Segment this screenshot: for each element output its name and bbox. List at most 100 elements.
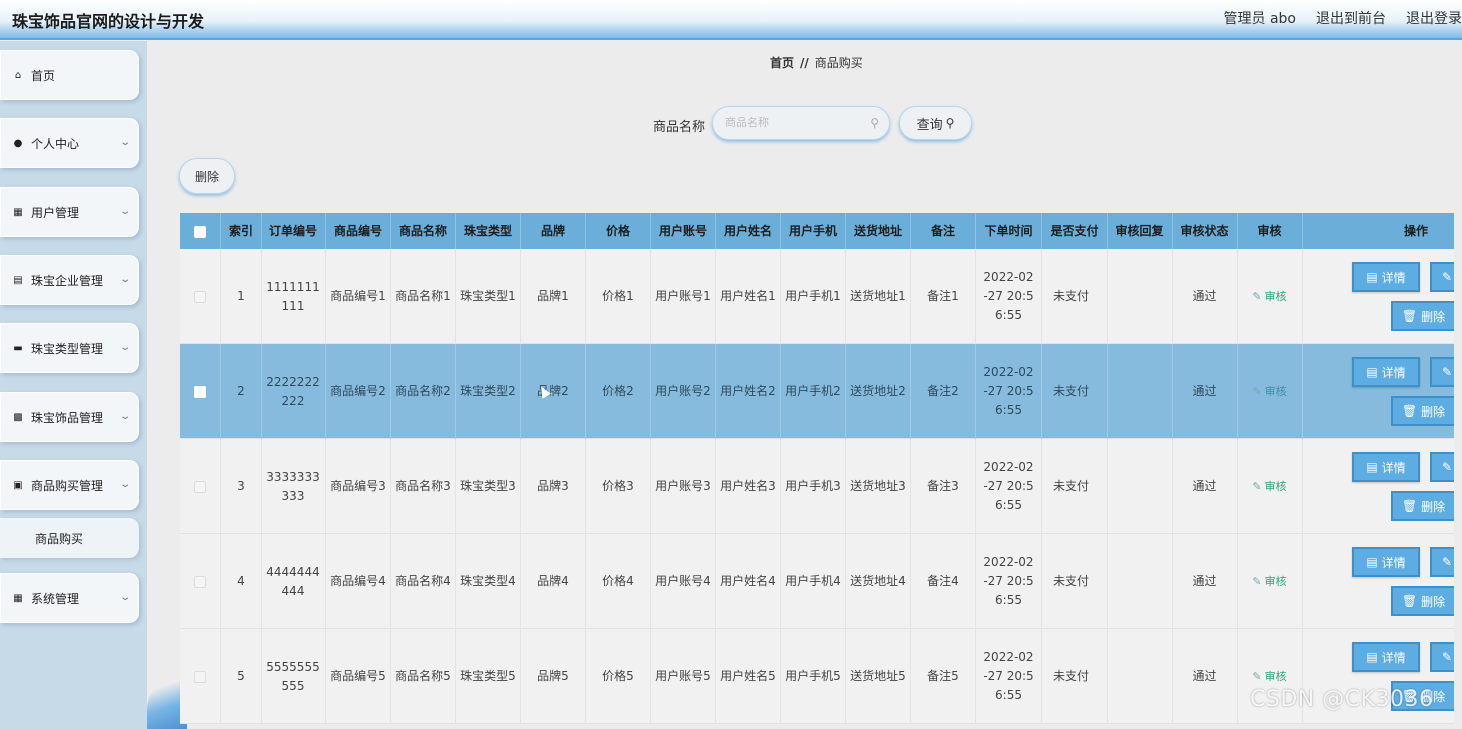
detail-button[interactable]: ▤ 详情 [1352, 357, 1420, 387]
logout-link[interactable]: 退出登录 [1406, 8, 1462, 28]
column-header: 备注 [911, 213, 976, 249]
row-checkbox-cell[interactable] [180, 249, 221, 344]
breadcrumb-home[interactable]: 首页 [770, 56, 794, 70]
column-header: 订单编号 [261, 213, 326, 249]
select-all-checkbox[interactable] [180, 213, 221, 249]
audit-link[interactable]: ✎ 审核 [1252, 382, 1286, 401]
search-input[interactable]: 商品名称 ⚲ [712, 106, 890, 140]
cell-time: 2022-02-27 20:56:55 [976, 534, 1042, 629]
audit-label: 审核 [1264, 385, 1287, 398]
delete-button-label: 删除 [1421, 594, 1446, 609]
cell-reply [1107, 534, 1173, 629]
search-label: 商品名称 [653, 120, 706, 135]
cell-time: 2022-02-27 20:56:55 [976, 344, 1042, 439]
table-row[interactable]: 2 2222222222 商品编号2 商品名称2 珠宝类型2 品牌2 价格2 用户账号2 用户姓… [180, 344, 1454, 439]
row-checkbox[interactable] [194, 670, 206, 683]
checkbox[interactable] [194, 225, 206, 238]
row-checkbox-cell[interactable] [180, 534, 221, 629]
column-header: 商品编号 [326, 213, 391, 249]
sidebar-item-3[interactable]: ▤ 珠宝企业管理 ⌄ [0, 255, 139, 305]
audit-cell: ✎ 审核 [1237, 344, 1303, 439]
detail-button-label: 详情 [1381, 270, 1406, 285]
cell-order: 4444444444 [261, 534, 326, 629]
cell-time: 2022-02-27 20:56:55 [976, 629, 1042, 724]
table-row[interactable]: 1 1111111111 商品编号1 商品名称1 珠宝类型1 品牌1 价格1 用户账号1 用户姓… [180, 249, 1454, 344]
audit-link[interactable]: ✎ 审核 [1252, 667, 1286, 686]
row-checkbox[interactable] [194, 290, 206, 303]
cell-goods-name: 商品名称1 [391, 249, 456, 344]
delete-button[interactable]: 🗑 删除 [1391, 301, 1454, 331]
edit-icon: ✎ [1442, 650, 1453, 664]
chevron-down-icon: ⌄ [118, 479, 131, 490]
audit-link[interactable]: ✎ 审核 [1252, 477, 1286, 496]
audit-cell: ✎ 审核 [1237, 439, 1303, 534]
cell-phone: 用户手机3 [781, 439, 846, 534]
column-header: 用户账号 [651, 213, 716, 249]
chevron-down-icon: ⌄ [118, 411, 131, 422]
detail-button-label: 详情 [1381, 365, 1406, 380]
row-checkbox-cell[interactable] [180, 629, 221, 724]
cell-price: 价格3 [586, 439, 651, 534]
query-button[interactable]: 查询 ⚲ [899, 106, 972, 140]
user-icon: ● [13, 137, 23, 149]
sidebar-item-label: 系统管理 [31, 591, 80, 606]
row-checkbox-cell[interactable] [180, 344, 221, 439]
column-header: 审核 [1237, 213, 1303, 249]
delete-button[interactable]: 🗑 删除 [1391, 396, 1454, 426]
cell-address: 送货地址4 [846, 534, 911, 629]
exit-to-front-link[interactable]: 退出到前台 [1316, 8, 1386, 28]
watermark: CSDN @CK3036 [1250, 687, 1434, 712]
cell-status: 通过 [1172, 249, 1238, 344]
delete-button[interactable]: 🗑 删除 [1391, 586, 1454, 616]
row-checkbox[interactable] [194, 385, 206, 398]
table-row[interactable]: 4 4444444444 商品编号4 商品名称4 珠宝类型4 品牌4 价格4 用户账号4 用户姓… [180, 534, 1454, 629]
document-icon: ▤ [1366, 270, 1378, 284]
trash-icon: 🗑 [1401, 499, 1418, 513]
cell-price: 价格4 [586, 534, 651, 629]
cell-account: 用户账号3 [651, 439, 716, 534]
row-checkbox[interactable] [194, 480, 206, 493]
sidebar-item-5[interactable]: ▩ 珠宝饰品管理 ⌄ [0, 392, 139, 442]
edit-button[interactable]: ✎ [1430, 357, 1454, 387]
row-checkbox-cell[interactable] [180, 439, 221, 534]
sidebar-item-4[interactable]: ▬ 珠宝类型管理 ⌄ [0, 323, 139, 373]
cell-account: 用户账号5 [651, 629, 716, 724]
cell-goods-no: 商品编号4 [326, 534, 391, 629]
edit-button[interactable]: ✎ [1430, 452, 1454, 482]
sidebar-item-7[interactable]: ▦ 系统管理 ⌄ [0, 573, 139, 623]
table-row[interactable]: 3 3333333333 商品编号3 商品名称3 珠宝类型3 品牌3 价格3 用户账号3 用户姓… [180, 439, 1454, 534]
cell-order: 5555555555 [261, 629, 326, 724]
trash-icon: 🗑 [1401, 594, 1418, 608]
edit-button[interactable]: ✎ [1430, 262, 1454, 292]
sidebar-item-2[interactable]: ▦ 用户管理 ⌄ [0, 187, 139, 237]
cell-address: 送货地址2 [846, 344, 911, 439]
row-checkbox[interactable] [194, 575, 206, 588]
detail-button[interactable]: ▤ 详情 [1352, 262, 1420, 292]
chevron-down-icon: ⌄ [118, 592, 131, 603]
audit-link[interactable]: ✎ 审核 [1252, 572, 1286, 591]
detail-button[interactable]: ▤ 详情 [1352, 547, 1420, 577]
cell-time: 2022-02-27 20:56:55 [976, 249, 1042, 344]
sidebar-item-label: 个人中心 [31, 136, 80, 151]
sidebar-item-label: 商品购买管理 [31, 478, 104, 493]
audit-link[interactable]: ✎ 审核 [1252, 287, 1286, 306]
batch-delete-button[interactable]: 删除 [179, 158, 235, 194]
delete-button-label: 删除 [1421, 499, 1446, 514]
sidebar-item-6[interactable]: ▣ 商品购买管理 ⌄ [0, 460, 139, 510]
edit-button[interactable]: ✎ [1430, 642, 1454, 672]
edit-pen-icon: ✎ [1252, 290, 1262, 303]
cell-paid: 未支付 [1042, 249, 1108, 344]
edit-icon: ✎ [1442, 270, 1453, 284]
delete-button[interactable]: 🗑 删除 [1391, 491, 1454, 521]
detail-button[interactable]: ▤ 详情 [1352, 642, 1420, 672]
edit-pen-icon: ✎ [1252, 385, 1262, 398]
sidebar-item-0[interactable]: ⌂ 首页 [0, 50, 139, 100]
detail-button[interactable]: ▤ 详情 [1352, 452, 1420, 482]
cell-type: 珠宝类型1 [456, 249, 521, 344]
edit-button[interactable]: ✎ [1430, 547, 1454, 577]
sidebar-item-1[interactable]: ● 个人中心 ⌄ [0, 118, 139, 168]
cell-idx: 5 [221, 629, 262, 724]
cell-reply [1107, 439, 1173, 534]
chevron-down-icon: ⌄ [118, 206, 131, 217]
sidebar-subitem-goods-purchase[interactable]: 商品购买 [0, 518, 139, 558]
